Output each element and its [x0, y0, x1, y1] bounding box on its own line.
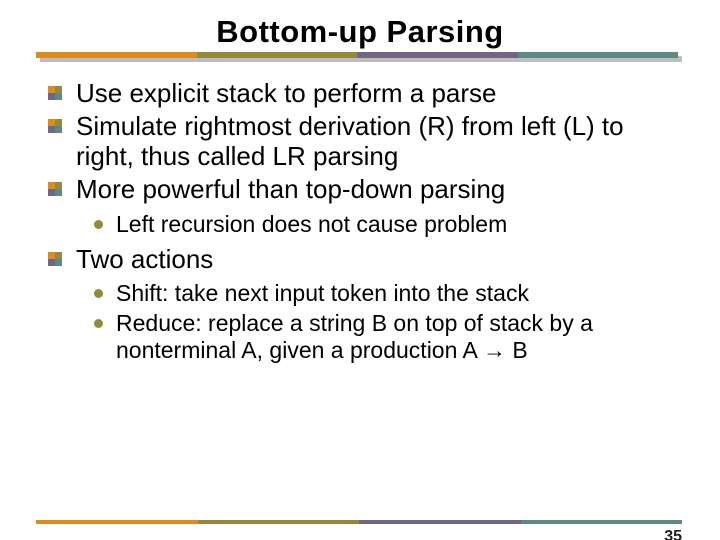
footer-divider [36, 520, 682, 524]
bullet-text: Simulate rightmost derivation (R) from l… [76, 111, 624, 172]
sub-bullet-item: Reduce: replace a string B on top of sta… [94, 310, 684, 364]
bullet-item: Simulate rightmost derivation (R) from l… [48, 111, 684, 172]
sub-bullet-item: Shift: take next input token into the st… [94, 280, 684, 307]
sub-bullet-text: Left recursion does not cause problem [116, 211, 507, 237]
bullet-item: More powerful than top-down parsing Left… [48, 174, 684, 238]
sub-bullet-item: Left recursion does not cause problem [94, 211, 684, 238]
bullet-text: Use explicit stack to perform a parse [76, 78, 497, 108]
arrow-icon: → [483, 337, 506, 363]
page-number: 35 [664, 528, 682, 540]
slide-title: Bottom-up Parsing [0, 14, 720, 50]
slide: Bottom-up Parsing Use explicit stack to … [0, 14, 720, 540]
bullet-text: Two actions [76, 244, 213, 274]
slide-body: Use explicit stack to perform a parse Si… [0, 78, 720, 364]
title-divider [36, 52, 682, 68]
sub-bullet-text: Shift: take next input token into the st… [116, 280, 529, 306]
bullet-text: More powerful than top-down parsing [76, 174, 505, 204]
bullet-item: Use explicit stack to perform a parse [48, 78, 684, 109]
bullet-item: Two actions Shift: take next input token… [48, 244, 684, 364]
sub-bullet-text: B [506, 337, 528, 363]
